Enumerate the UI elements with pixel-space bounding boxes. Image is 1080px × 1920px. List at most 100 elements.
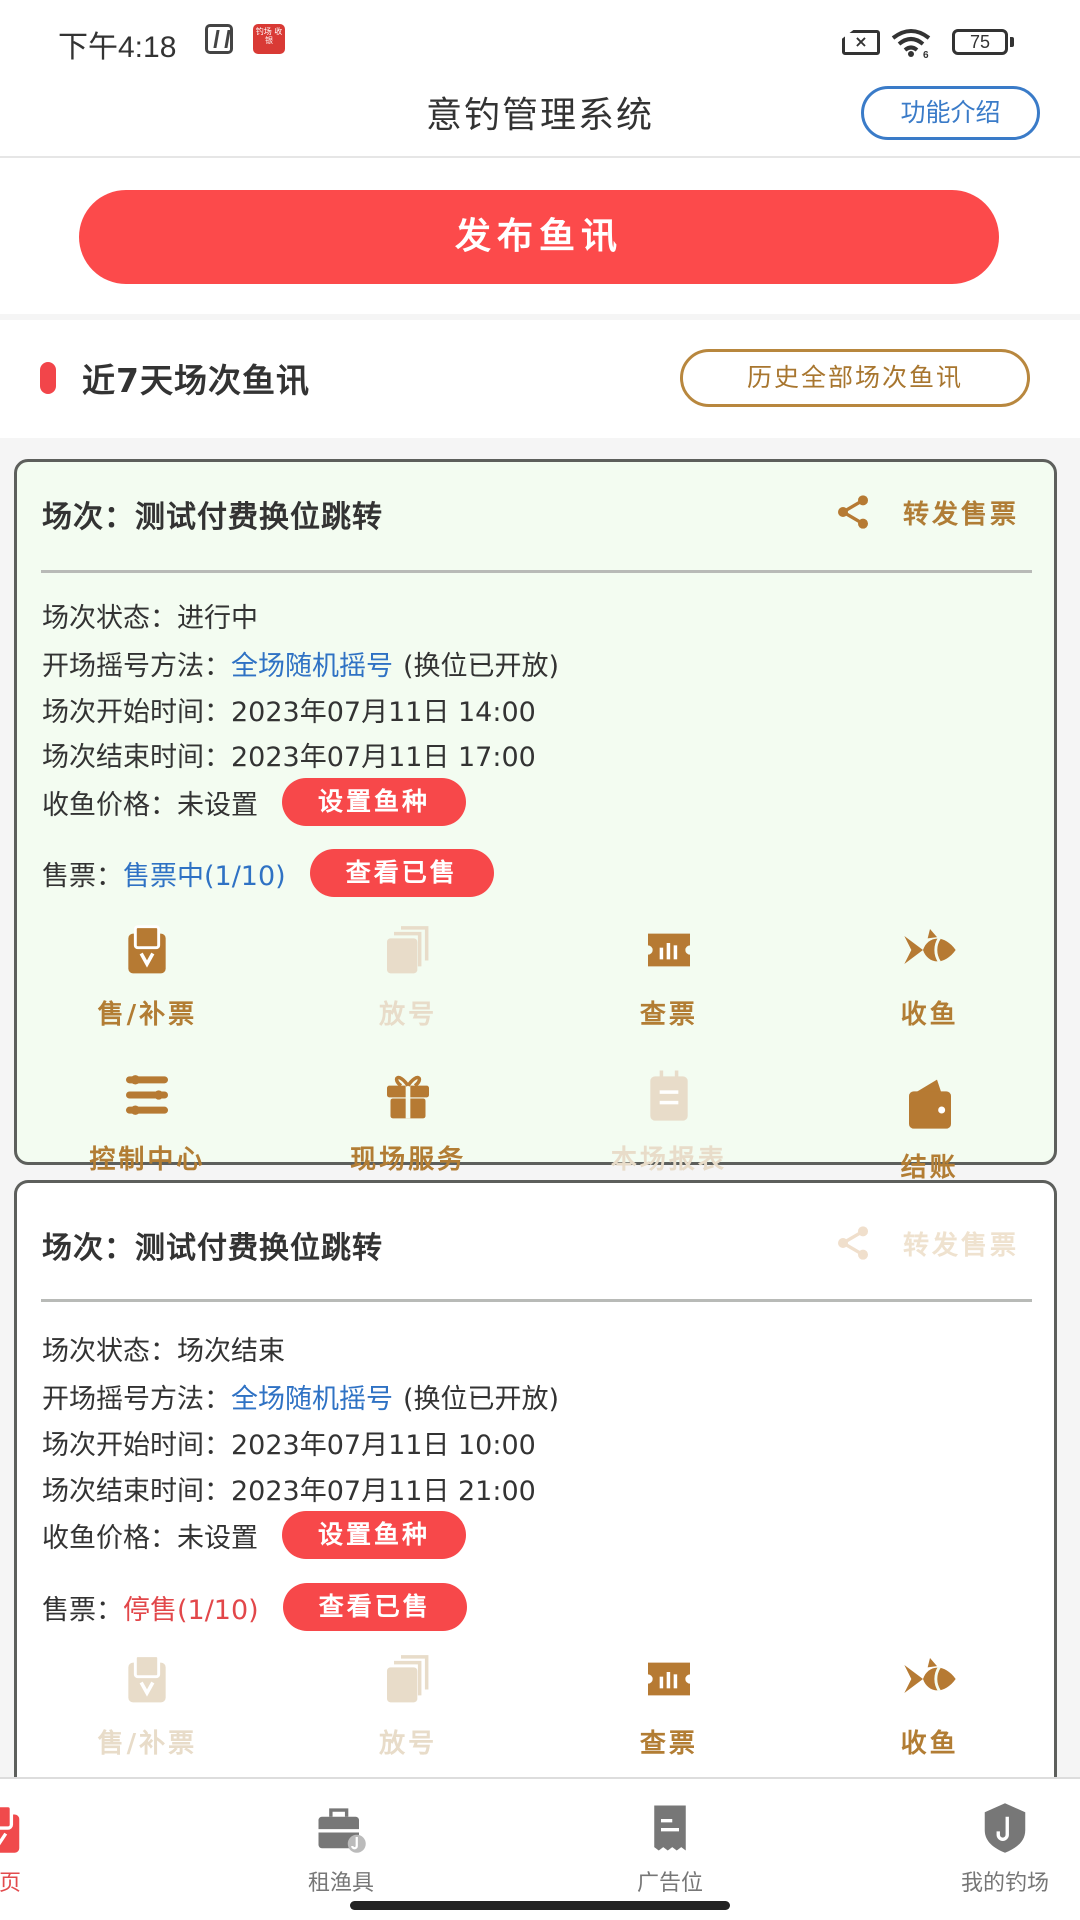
section-separator	[0, 314, 1080, 320]
action-onsite-service[interactable]: 现场服务	[278, 1067, 539, 1184]
action-sell-ticket[interactable]: 售/补票	[17, 922, 278, 1031]
wallet-icon	[902, 1075, 958, 1131]
start-time-label: 场次开始时间：	[42, 697, 231, 728]
gift-icon	[380, 1067, 436, 1123]
nav-ad-space[interactable]: 广告位	[535, 1779, 805, 1920]
action-grid: 售/补票 放号 查票 收鱼 控制中心 现场服务 本场报表 结账	[17, 922, 1060, 1184]
toolbox-icon	[314, 1801, 368, 1855]
no-sim-icon: ×	[842, 30, 880, 55]
ticket-check-icon	[641, 922, 697, 978]
end-time-row: 场次结束时间： 2023年07月11日 17:00	[42, 735, 536, 774]
home-icon	[0, 1801, 26, 1855]
draw-method-link[interactable]: 全场随机摇号	[231, 1377, 393, 1416]
draw-method-note: (换位已开放)	[403, 651, 560, 682]
draw-method-link[interactable]: 全场随机摇号	[231, 644, 393, 683]
status-time: 下午4:18	[58, 31, 177, 64]
session-title: 场次：测试付费换位跳转	[42, 1231, 383, 1266]
share-ticket-button[interactable]: 转发售票	[833, 492, 1019, 532]
share-label: 转发售票	[902, 1230, 1019, 1261]
ticket-status: 停售(1/10)	[123, 1594, 259, 1626]
nav-my-venue[interactable]: 我的钓场	[870, 1779, 1080, 1920]
card-divider	[41, 570, 1032, 573]
fish-price-row: 收鱼价格： 未设置 设置鱼种	[42, 1511, 467, 1559]
start-time-value: 2023年07月11日 10:00	[231, 1430, 536, 1461]
battery-indicator: 75	[952, 29, 1008, 55]
ticket-row: 售票： 停售(1/10) 查看已售	[42, 1583, 467, 1631]
action-sell-ticket[interactable]: 售/补票	[17, 1651, 278, 1760]
battery-tip	[1010, 37, 1014, 47]
draw-method-row: 开场摇号方法： 全场随机摇号 (换位已开放)	[42, 1377, 559, 1416]
action-collect-fish[interactable]: 收鱼	[799, 922, 1060, 1031]
fish-price-value: 未设置	[177, 789, 258, 821]
fish-price-label: 收鱼价格：	[42, 1522, 177, 1554]
action-collect-fish[interactable]: 收鱼	[799, 1651, 1060, 1760]
status-value: 场次结束	[177, 1336, 285, 1367]
ticket-label: 售票：	[42, 1594, 123, 1626]
wifi-icon: 6	[891, 29, 931, 58]
status-label: 场次状态：	[42, 603, 177, 634]
nav-rent-gear[interactable]: 租渔具	[206, 1779, 476, 1920]
view-sold-button[interactable]: 查看已售	[282, 1583, 467, 1631]
end-time-row: 场次结束时间： 2023年07月11日 21:00	[42, 1469, 536, 1508]
action-check-ticket[interactable]: 查票	[539, 1651, 800, 1760]
start-time-row: 场次开始时间： 2023年07月11日 14:00	[42, 690, 536, 729]
status-value: 进行中	[177, 603, 258, 634]
action-grid: 售/补票 放号 查票 收鱼	[17, 1651, 1060, 1760]
bottom-nav: 首页 租渔具 广告位 我的钓场	[0, 1777, 1080, 1920]
history-sessions-button[interactable]: 历史全部场次鱼讯	[680, 349, 1030, 407]
report-icon	[641, 1067, 697, 1123]
stack-icon	[380, 1651, 436, 1707]
ticket-label: 售票：	[42, 860, 123, 892]
ticket-status: 售票中(1/10)	[123, 860, 286, 892]
action-release-number[interactable]: 放号	[278, 922, 539, 1031]
header-divider	[0, 156, 1080, 158]
ticket-check-icon	[641, 1651, 697, 1707]
session-card: 场次：测试付费换位跳转 转发售票 场次状态： 场次结束 开场摇号方法： 全场随机…	[14, 1180, 1057, 1820]
session-title: 场次：测试付费换位跳转	[42, 500, 383, 535]
receipt-icon	[643, 1801, 697, 1855]
end-time-label: 场次结束时间：	[42, 1476, 231, 1507]
fish-price-value: 未设置	[177, 1522, 258, 1554]
fish-price-label: 收鱼价格：	[42, 789, 177, 821]
status-row: 场次状态： 场次结束	[42, 1329, 285, 1368]
action-control-center[interactable]: 控制中心	[17, 1067, 278, 1184]
end-time-value: 2023年07月11日 17:00	[231, 742, 536, 773]
action-session-report[interactable]: 本场报表	[539, 1067, 800, 1184]
home-indicator[interactable]	[350, 1901, 730, 1910]
section-marker	[40, 362, 56, 394]
share-icon	[833, 492, 873, 532]
share-ticket-button[interactable]: 转发售票	[833, 1223, 1019, 1263]
fish-price-row: 收鱼价格： 未设置 设置鱼种	[42, 778, 467, 826]
start-time-value: 2023年07月11日 14:00	[231, 697, 536, 728]
sliders-icon	[119, 1067, 175, 1123]
nfc-icon	[205, 24, 233, 54]
start-time-row: 场次开始时间： 2023年07月11日 10:00	[42, 1423, 536, 1462]
status-row: 场次状态： 进行中	[42, 596, 258, 635]
session-card: 场次：测试付费换位跳转 转发售票 场次状态： 进行中 开场摇号方法： 全场随机摇…	[14, 459, 1057, 1183]
status-label: 场次状态：	[42, 1336, 177, 1367]
section-title: 近7天场次鱼讯	[82, 361, 310, 400]
action-checkout[interactable]: 结账	[799, 1067, 1060, 1184]
start-time-label: 场次开始时间：	[42, 1430, 231, 1461]
ticket-row: 售票： 售票中(1/10) 查看已售	[42, 849, 494, 897]
svg-text:6: 6	[923, 50, 929, 58]
draw-method-label: 开场摇号方法：	[42, 651, 231, 682]
feature-intro-button[interactable]: 功能介绍	[861, 86, 1040, 140]
end-time-label: 场次结束时间：	[42, 742, 231, 773]
draw-method-note: (换位已开放)	[403, 1384, 560, 1415]
ticket-sell-icon	[119, 922, 175, 978]
fish-icon	[902, 922, 958, 978]
view-sold-button[interactable]: 查看已售	[309, 849, 494, 897]
share-icon	[833, 1223, 873, 1263]
set-fish-species-button[interactable]: 设置鱼种	[282, 1511, 467, 1559]
card-divider	[41, 1299, 1032, 1302]
shield-hook-icon	[978, 1801, 1032, 1855]
fish-icon	[902, 1651, 958, 1707]
publish-fish-news-button[interactable]: 发布鱼讯	[79, 190, 999, 284]
share-label: 转发售票	[902, 499, 1019, 530]
nav-home[interactable]: 首页	[0, 1779, 134, 1920]
set-fish-species-button[interactable]: 设置鱼种	[282, 778, 467, 826]
action-check-ticket[interactable]: 查票	[539, 922, 800, 1031]
action-release-number[interactable]: 放号	[278, 1651, 539, 1760]
stack-icon	[380, 922, 436, 978]
